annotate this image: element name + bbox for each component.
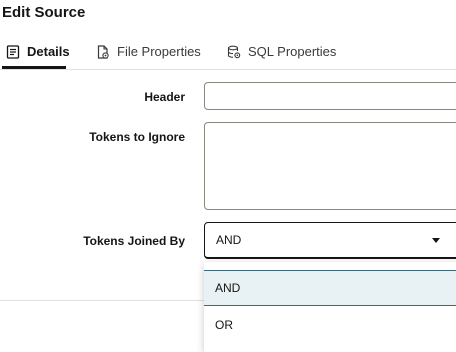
tab-file-properties-label: File Properties — [117, 44, 201, 59]
file-settings-icon — [96, 44, 110, 59]
option-and-label: AND — [215, 281, 241, 295]
tokens-joined-by-listbox: AND OR — [204, 262, 456, 352]
tab-sql-properties-label: SQL Properties — [248, 44, 337, 59]
tokens-joined-by-label: Tokens Joined By — [83, 234, 185, 248]
edit-source-panel: Edit Source Details File Properties SQL … — [0, 0, 456, 352]
option-or-label: OR — [215, 318, 233, 332]
header-label: Header — [144, 90, 185, 104]
tab-sql-properties[interactable]: SQL Properties — [227, 34, 336, 69]
active-tab-indicator — [2, 66, 66, 69]
panel-title: Edit Source — [2, 4, 86, 21]
option-or[interactable]: OR — [204, 307, 456, 343]
tab-details-label: Details — [27, 44, 70, 59]
tokens-joined-by-select[interactable]: AND — [204, 222, 456, 259]
section-divider — [0, 300, 204, 301]
chevron-down-icon[interactable] — [432, 238, 440, 243]
tokens-to-ignore-label: Tokens to Ignore — [89, 130, 185, 144]
tab-file-properties[interactable]: File Properties — [96, 34, 201, 69]
tokens-joined-by-value: AND — [216, 233, 242, 247]
option-and[interactable]: AND — [204, 270, 456, 306]
tokens-to-ignore-textarea[interactable] — [204, 122, 456, 210]
document-list-icon — [6, 44, 20, 59]
tab-bar: Details File Properties SQL Properties — [0, 34, 456, 70]
tab-details[interactable]: Details — [6, 34, 70, 69]
header-input[interactable] — [204, 82, 456, 110]
database-settings-icon — [227, 45, 241, 59]
